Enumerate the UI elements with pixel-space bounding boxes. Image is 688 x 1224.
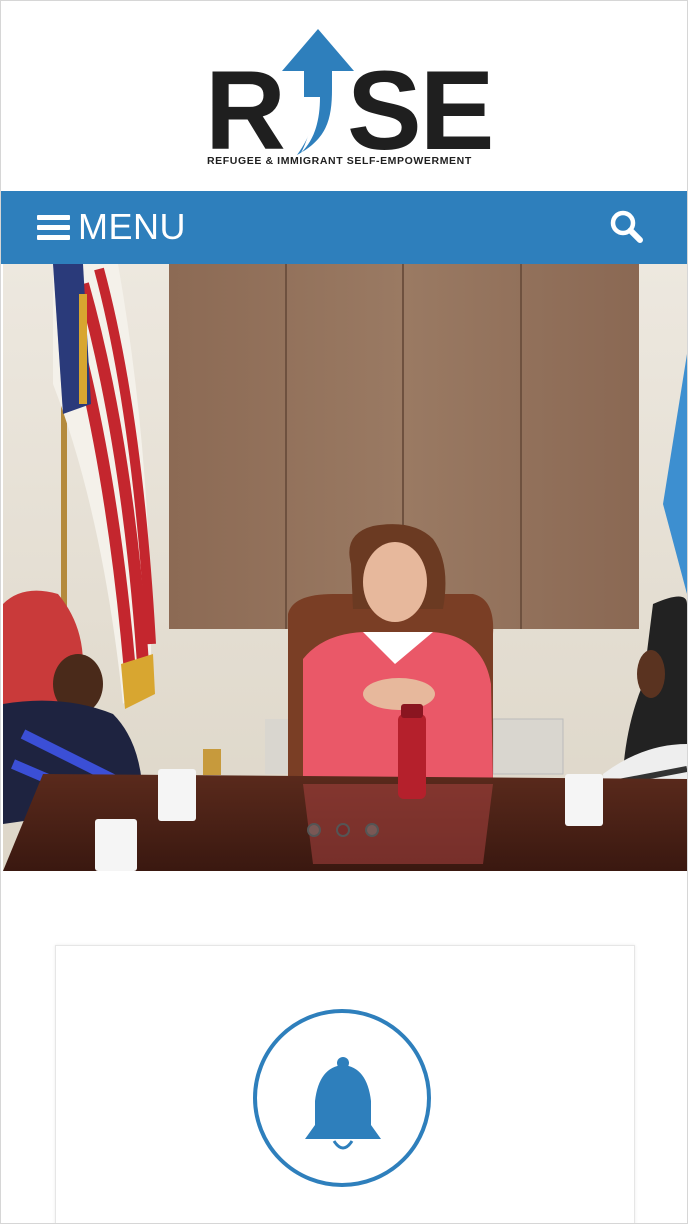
menu-button[interactable]: MENU [37, 205, 186, 249]
search-icon[interactable] [609, 209, 645, 245]
rise-logo[interactable]: R SE REFUGEE & IMMIGRANT SELF-EMPOWERMENT [201, 27, 494, 173]
nav-bar: MENU [1, 191, 687, 264]
bell-icon-circle[interactable] [253, 1009, 431, 1187]
slider-dot-3[interactable] [365, 823, 379, 837]
bell-icon [305, 1057, 381, 1150]
logo-letter-r: R [205, 48, 286, 173]
hamburger-icon [37, 214, 70, 240]
slider-pagination [1, 819, 687, 843]
slider-dot-2[interactable] [336, 823, 350, 837]
page: R SE REFUGEE & IMMIGRANT SELF-EMPOWERMENT… [0, 0, 688, 1224]
hero-photo [3, 264, 687, 871]
hero-slide-image [3, 264, 687, 871]
slider-dot-1[interactable] [307, 823, 321, 837]
logo-tagline: REFUGEE & IMMIGRANT SELF-EMPOWERMENT [207, 155, 472, 167]
site-header: R SE REFUGEE & IMMIGRANT SELF-EMPOWERMENT [1, 1, 687, 191]
logo-letters-se: SE [347, 48, 494, 173]
menu-label: MENU [78, 206, 186, 247]
logo-arrow-icon [282, 29, 354, 155]
